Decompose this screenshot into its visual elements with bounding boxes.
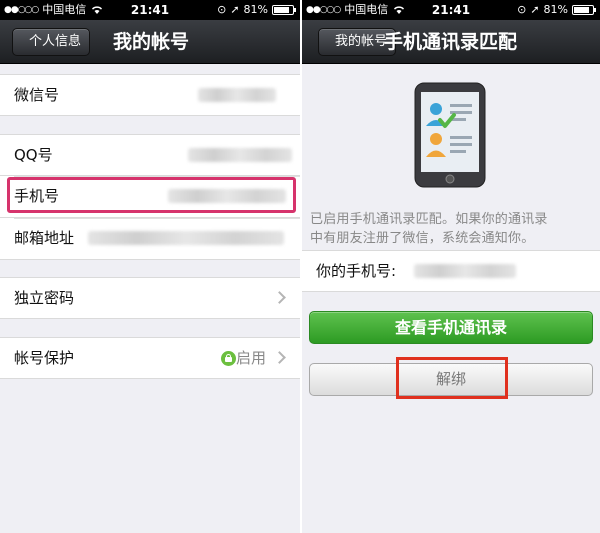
status-bar: ●●○○○ 中国电信 21:41 ⊙ ➚ 81% [302, 0, 600, 20]
row-wechat-id[interactable]: 微信号 [0, 74, 300, 116]
chevron-right-icon [273, 291, 286, 304]
lock-icon [221, 351, 236, 366]
row-email[interactable]: 邮箱地址 [0, 218, 300, 260]
redacted-value [414, 264, 516, 278]
info-text-line: 已启用手机通讯录匹配。如果你的通讯录 [310, 212, 548, 227]
row-label: 微信号 [14, 86, 60, 104]
battery-percent: 81% [243, 3, 268, 16]
mobile-highlight-box [7, 177, 296, 213]
rotation-lock-icon: ⊙ [517, 3, 527, 16]
battery-icon [272, 5, 296, 15]
phone-number-label: 你的手机号: [316, 262, 397, 280]
row-label: QQ号 [14, 146, 53, 164]
status-bar: ●●○○○ 中国电信 21:41 ⊙ ➚ 81% [0, 0, 300, 20]
location-icon: ➚ [230, 3, 240, 16]
battery-icon [572, 5, 596, 15]
account-screen: ●●○○○ 中国电信 21:41 ⊙ ➚ 81% 个人信息 我的帐号 微信号 Q… [0, 0, 300, 533]
view-contacts-button[interactable]: 查看手机通讯录 [309, 311, 593, 344]
protection-status: 启用 [235, 349, 266, 367]
row-label: 帐号保护 [14, 349, 75, 367]
row-qq[interactable]: QQ号 [0, 134, 300, 176]
row-account-protection[interactable]: 帐号保护 启用 [0, 337, 300, 379]
battery-percent: 81% [543, 3, 568, 16]
info-text: 已启用手机通讯录匹配。如果你的通讯录 中有朋友注册了微信，系统会通知你。 [310, 210, 592, 248]
info-text-line: 中有朋友注册了微信，系统会通知你。 [310, 231, 535, 246]
back-button-label: 我的帐号 [335, 34, 388, 49]
row-password[interactable]: 独立密码 [0, 277, 300, 319]
redacted-value [188, 148, 292, 162]
unbind-highlight-box [396, 357, 508, 399]
navigation-bar: 个人信息 我的帐号 [0, 20, 300, 64]
back-button[interactable]: 个人信息 [12, 28, 91, 56]
contact-match-screen: ●●○○○ 中国电信 21:41 ⊙ ➚ 81% 我的帐号 手机通讯录匹配 已启 [302, 0, 600, 533]
redacted-value [88, 231, 284, 245]
navigation-bar: 我的帐号 手机通讯录匹配 [302, 20, 600, 64]
location-icon: ➚ [530, 3, 540, 16]
page-title: 手机通讯录匹配 [384, 31, 518, 53]
chevron-right-icon [273, 351, 286, 364]
phone-contacts-illustration [414, 82, 486, 188]
rotation-lock-icon: ⊙ [217, 3, 227, 16]
redacted-value [198, 88, 276, 102]
page-title: 我的帐号 [113, 31, 190, 53]
phone-number-row: 你的手机号: [302, 250, 600, 292]
row-label: 独立密码 [14, 289, 75, 307]
row-label: 邮箱地址 [14, 229, 75, 247]
back-button-label: 个人信息 [29, 34, 82, 49]
